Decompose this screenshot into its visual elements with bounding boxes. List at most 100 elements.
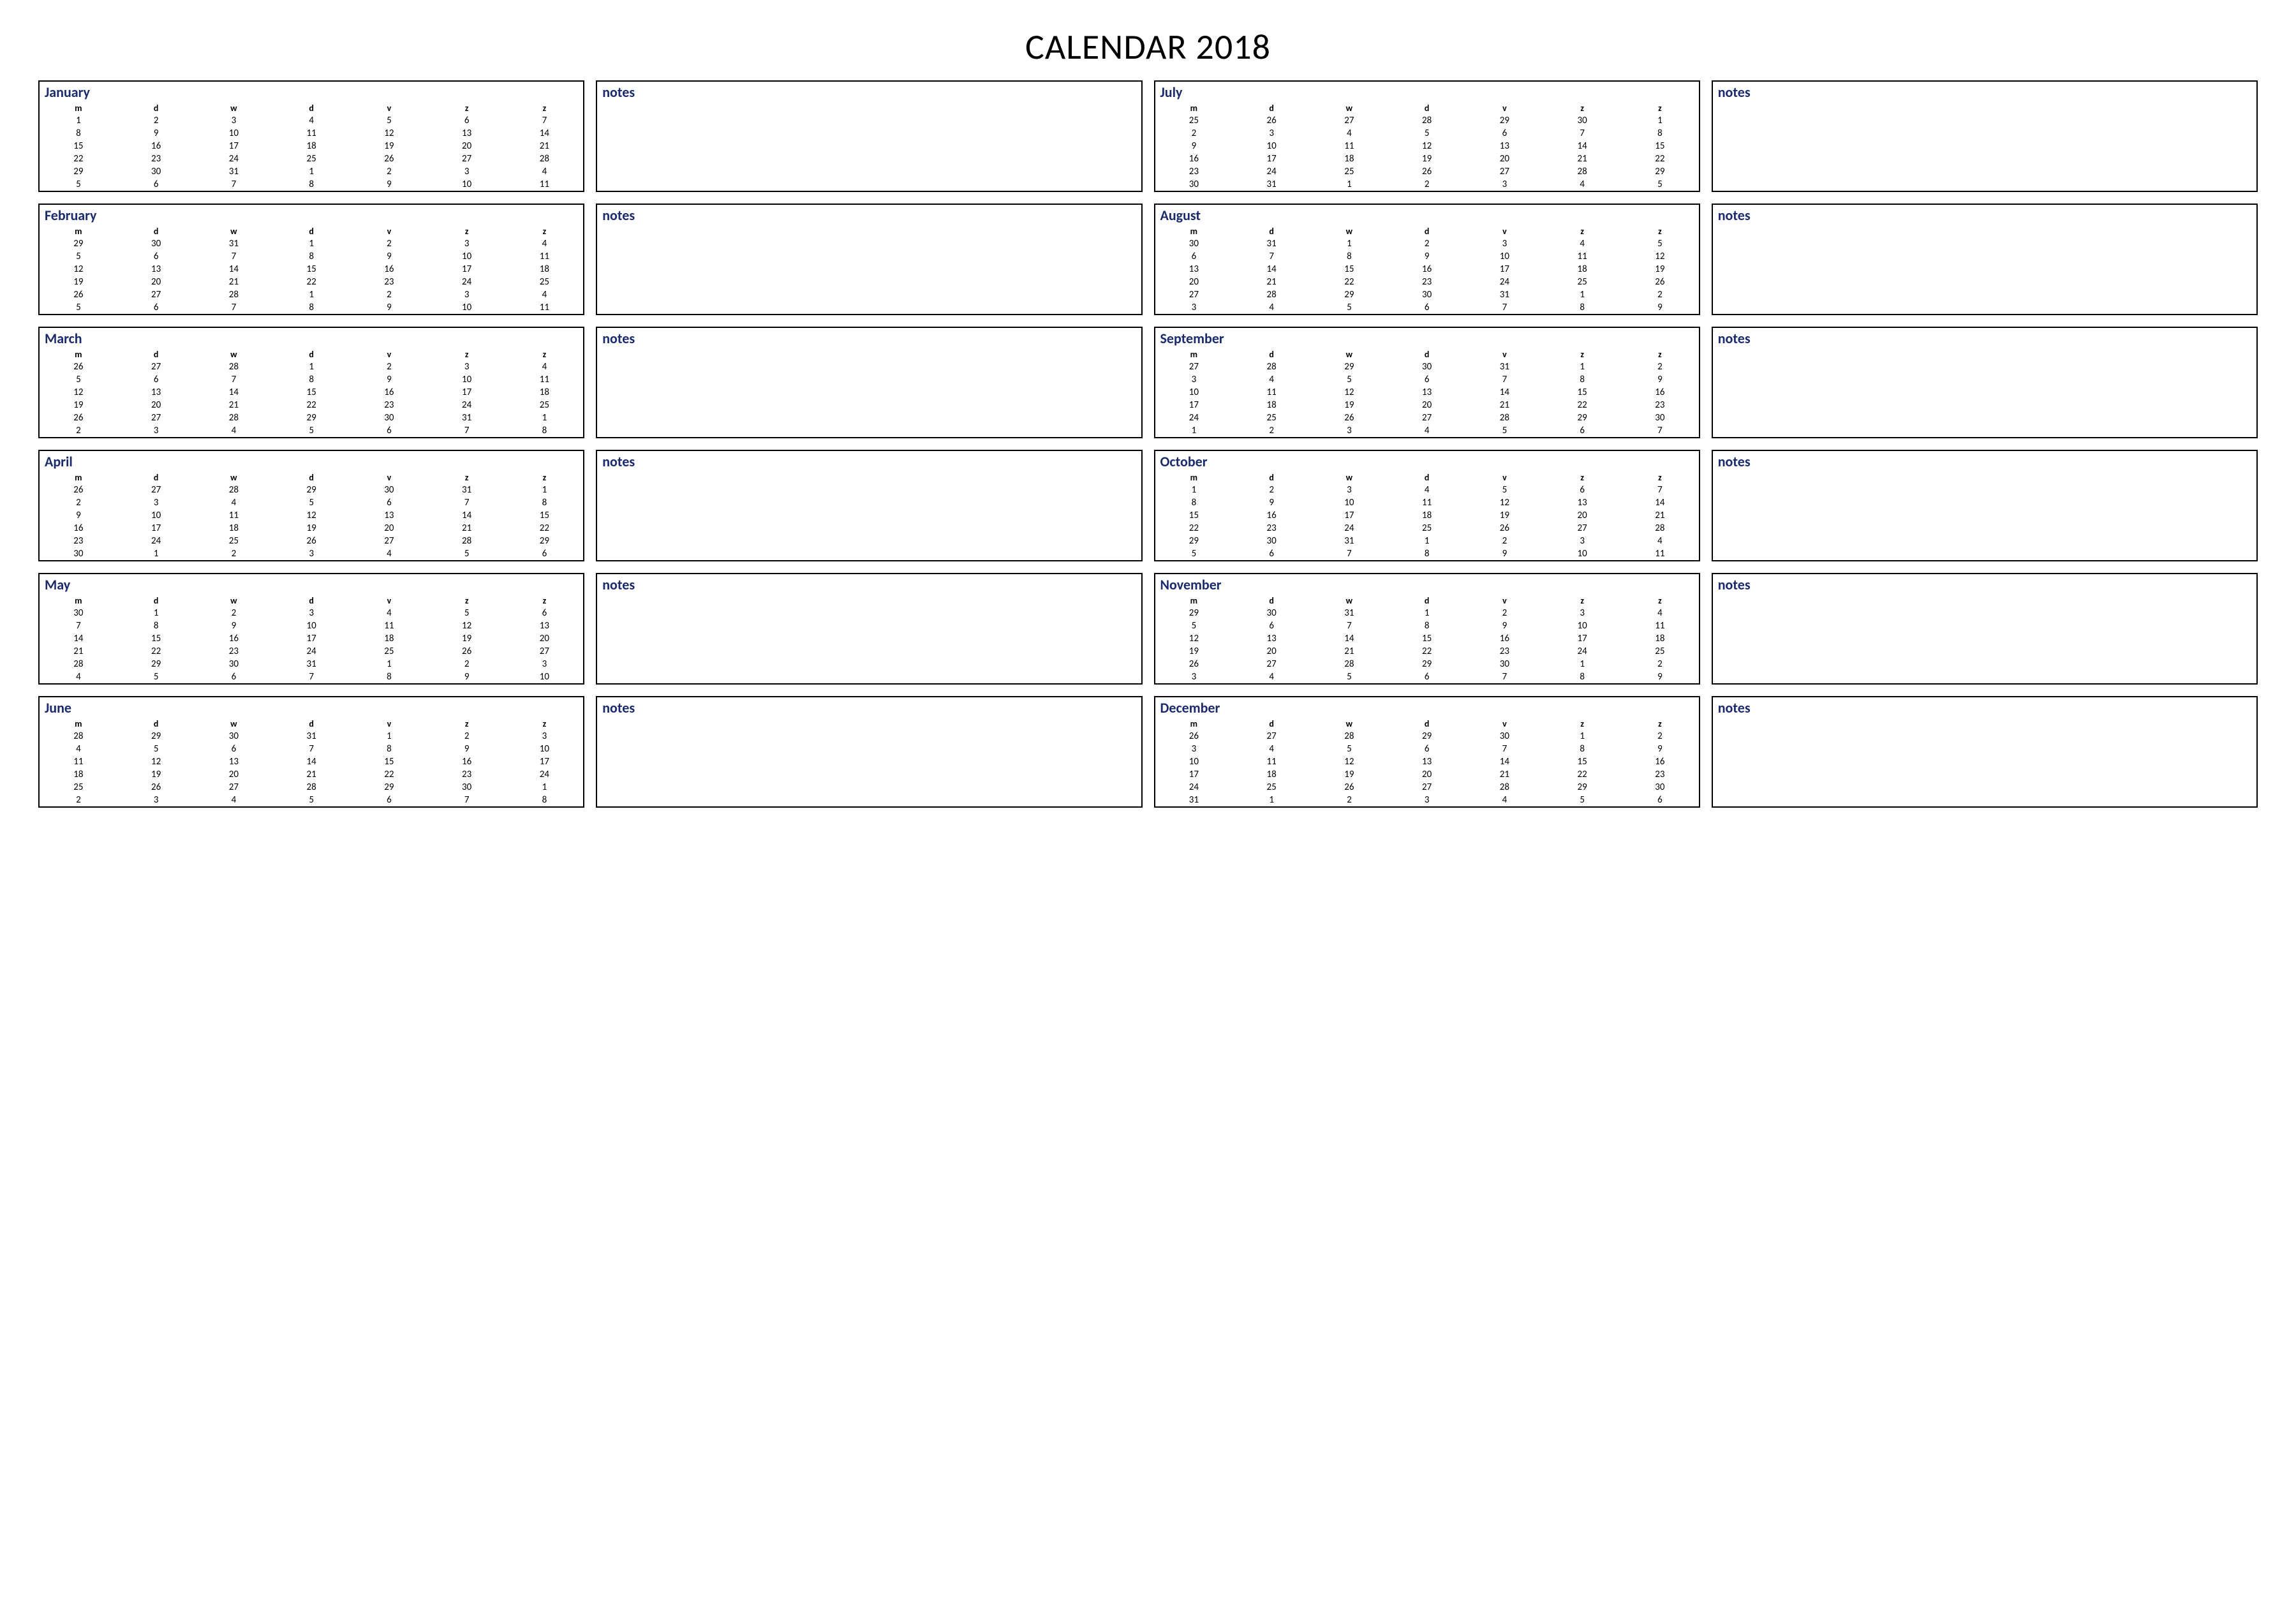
day-cell: 16 bbox=[1466, 632, 1544, 645]
day-cell: 27 bbox=[1310, 114, 1388, 127]
day-cell: 11 bbox=[506, 250, 584, 263]
notes-title: notes bbox=[1713, 451, 2256, 471]
week-row: 16171819202122 bbox=[40, 522, 583, 535]
day-cell: 9 bbox=[1621, 671, 1699, 683]
day-cell: 1 bbox=[506, 781, 584, 794]
week-row: 22232425262728 bbox=[40, 152, 583, 165]
day-cell: 8 bbox=[1155, 496, 1233, 509]
day-cell: 22 bbox=[1310, 276, 1388, 288]
day-header: d bbox=[1233, 595, 1310, 607]
day-cell: 7 bbox=[195, 178, 273, 191]
day-cell: 27 bbox=[1388, 411, 1466, 424]
day-cell: 17 bbox=[506, 755, 584, 768]
month-table-august: mdwdvzz303112345678910111213141516171819… bbox=[1155, 225, 1699, 314]
day-cell: 20 bbox=[1155, 276, 1233, 288]
notes-box-march: notes bbox=[596, 327, 1142, 438]
day-cell: 28 bbox=[1621, 522, 1699, 535]
day-header: d bbox=[272, 348, 350, 360]
day-cell: 13 bbox=[1233, 632, 1310, 645]
day-cell: 13 bbox=[1388, 755, 1466, 768]
month-table-december: mdwdvzz262728293012345678910111213141516… bbox=[1155, 718, 1699, 806]
day-cell: 7 bbox=[1543, 127, 1621, 140]
day-cell: 11 bbox=[1233, 386, 1310, 399]
day-header: z bbox=[428, 348, 506, 360]
day-cell: 23 bbox=[195, 645, 273, 658]
day-cell: 20 bbox=[1466, 152, 1544, 165]
day-cell: 19 bbox=[1621, 263, 1699, 276]
day-header: z bbox=[506, 471, 584, 484]
week-row: 2345678 bbox=[1155, 127, 1699, 140]
day-cell: 14 bbox=[1310, 632, 1388, 645]
day-cell: 16 bbox=[350, 386, 428, 399]
day-cell: 28 bbox=[1310, 658, 1388, 671]
day-cell: 5 bbox=[1310, 743, 1388, 755]
week-row: 262728293012 bbox=[1155, 730, 1699, 743]
day-cell: 2 bbox=[40, 794, 117, 806]
day-cell: 13 bbox=[117, 263, 195, 276]
week-row: 19202122232425 bbox=[40, 276, 583, 288]
day-cell: 7 bbox=[1466, 743, 1544, 755]
day-cell: 9 bbox=[40, 509, 117, 522]
day-cell: 2 bbox=[1155, 127, 1233, 140]
day-cell: 1 bbox=[1543, 360, 1621, 373]
day-cell: 21 bbox=[428, 522, 506, 535]
day-cell: 4 bbox=[506, 288, 584, 301]
day-header: z bbox=[428, 225, 506, 237]
day-header: z bbox=[1543, 718, 1621, 730]
day-cell: 8 bbox=[1543, 301, 1621, 314]
day-cell: 4 bbox=[1621, 607, 1699, 619]
day-cell: 6 bbox=[1466, 127, 1544, 140]
day-cell: 24 bbox=[1155, 781, 1233, 794]
month-title-may: May bbox=[40, 574, 583, 595]
week-row: 17181920212223 bbox=[1155, 399, 1699, 411]
day-cell: 8 bbox=[1310, 250, 1388, 263]
day-cell: 2 bbox=[195, 547, 273, 560]
week-row: 13141516171819 bbox=[1155, 263, 1699, 276]
day-cell: 23 bbox=[1388, 276, 1466, 288]
day-cell: 14 bbox=[506, 127, 584, 140]
day-cell: 29 bbox=[1388, 730, 1466, 743]
day-cell: 21 bbox=[1466, 399, 1544, 411]
day-cell: 10 bbox=[428, 373, 506, 386]
day-cell: 5 bbox=[40, 373, 117, 386]
day-cell: 18 bbox=[1543, 263, 1621, 276]
day-cell: 13 bbox=[1543, 496, 1621, 509]
day-cell: 7 bbox=[428, 794, 506, 806]
week-row: 30123456 bbox=[40, 607, 583, 619]
day-cell: 24 bbox=[1310, 522, 1388, 535]
day-cell: 30 bbox=[1388, 288, 1466, 301]
month-table-january: mdwdvzz123456789101112131415161718192021… bbox=[40, 102, 583, 191]
month-table-november: mdwdvzz293031123456789101112131415161718… bbox=[1155, 595, 1699, 683]
day-cell: 31 bbox=[195, 237, 273, 250]
day-cell: 8 bbox=[272, 301, 350, 314]
week-row: 10111213141516 bbox=[1155, 386, 1699, 399]
month-title-august: August bbox=[1155, 205, 1699, 225]
notes-title: notes bbox=[1713, 82, 2256, 102]
day-cell: 28 bbox=[1310, 730, 1388, 743]
day-cell: 3 bbox=[117, 794, 195, 806]
day-cell: 21 bbox=[1466, 768, 1544, 781]
day-cell: 30 bbox=[1543, 114, 1621, 127]
day-cell: 14 bbox=[1466, 386, 1544, 399]
week-row: 19202122232425 bbox=[40, 399, 583, 411]
day-cell: 2 bbox=[428, 730, 506, 743]
week-row: 567891011 bbox=[1155, 619, 1699, 632]
day-cell: 16 bbox=[117, 140, 195, 152]
day-cell: 8 bbox=[272, 250, 350, 263]
week-row: 2627281234 bbox=[40, 288, 583, 301]
day-cell: 6 bbox=[1543, 484, 1621, 496]
day-cell: 16 bbox=[1388, 263, 1466, 276]
day-cell: 6 bbox=[506, 607, 584, 619]
day-cell: 15 bbox=[506, 509, 584, 522]
day-cell: 4 bbox=[350, 607, 428, 619]
day-header: z bbox=[1621, 718, 1699, 730]
day-cell: 29 bbox=[1155, 535, 1233, 547]
day-cell: 20 bbox=[117, 399, 195, 411]
day-cell: 1 bbox=[117, 547, 195, 560]
day-cell: 14 bbox=[1543, 140, 1621, 152]
day-header: z bbox=[1621, 225, 1699, 237]
day-cell: 6 bbox=[195, 743, 273, 755]
day-cell: 8 bbox=[1388, 619, 1466, 632]
day-cell: 27 bbox=[506, 645, 584, 658]
day-header: v bbox=[350, 718, 428, 730]
